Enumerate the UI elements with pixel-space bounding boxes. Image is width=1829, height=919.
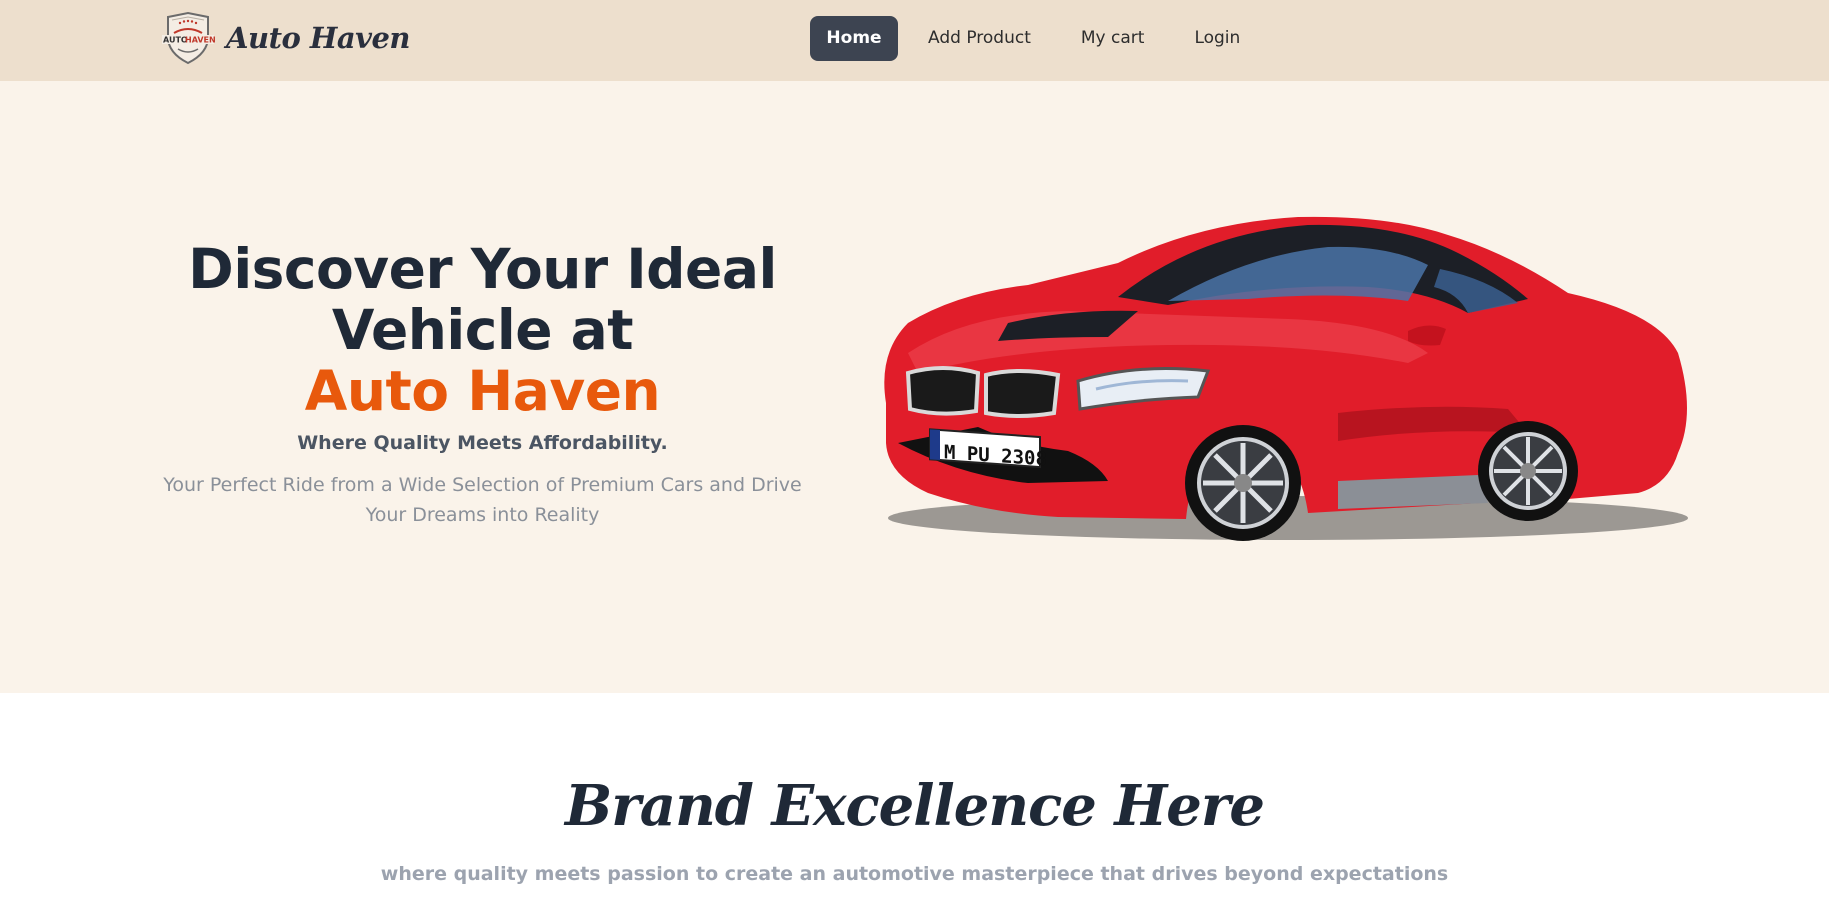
- auto-haven-logo-icon: AUTO HAVEN: [162, 11, 216, 65]
- brand-link[interactable]: AUTO HAVEN Auto Haven: [160, 11, 411, 65]
- hero-tagline: Where Quality Meets Affordability.: [297, 432, 668, 454]
- hero-description: Your Perfect Ride from a Wide Selection …: [163, 474, 802, 526]
- nav-item-my-cart: My cart: [1061, 16, 1165, 61]
- red-sports-car-image: M PU 2308: [884, 216, 1688, 541]
- hero-title-accent: Auto Haven: [304, 359, 661, 423]
- brand-section: Brand Excellence Here where quality meet…: [0, 693, 1829, 919]
- brand-subheading: where quality meets passion to create an…: [380, 863, 1449, 885]
- nav-menu: Home Add Product My cart Login: [810, 16, 1260, 61]
- navbar: AUTO HAVEN Auto Haven Home Add Product M…: [0, 0, 1829, 81]
- brand-heading: Brand Excellence Here: [564, 773, 1265, 839]
- hero-title-line2: Vehicle at: [331, 298, 634, 362]
- svg-text:HAVEN: HAVEN: [185, 36, 216, 45]
- brand-name: Auto Haven: [226, 21, 411, 55]
- nav-item-add-product: Add Product: [908, 16, 1051, 61]
- nav-link-add-product[interactable]: Add Product: [908, 16, 1051, 61]
- nav-item-home: Home: [810, 16, 898, 61]
- nav-item-login: Login: [1174, 16, 1260, 61]
- nav-link-home[interactable]: Home: [810, 16, 898, 61]
- hero-title-line1: Discover Your Ideal: [188, 237, 777, 301]
- nav-link-login[interactable]: Login: [1174, 16, 1260, 61]
- hero-section: Discover Your Ideal Vehicle at Auto Have…: [0, 81, 1829, 693]
- hero-text: Discover Your Ideal Vehicle at Auto Have…: [150, 239, 815, 530]
- hero-title: Discover Your Ideal Vehicle at Auto Have…: [150, 239, 815, 422]
- nav-link-my-cart[interactable]: My cart: [1061, 16, 1165, 61]
